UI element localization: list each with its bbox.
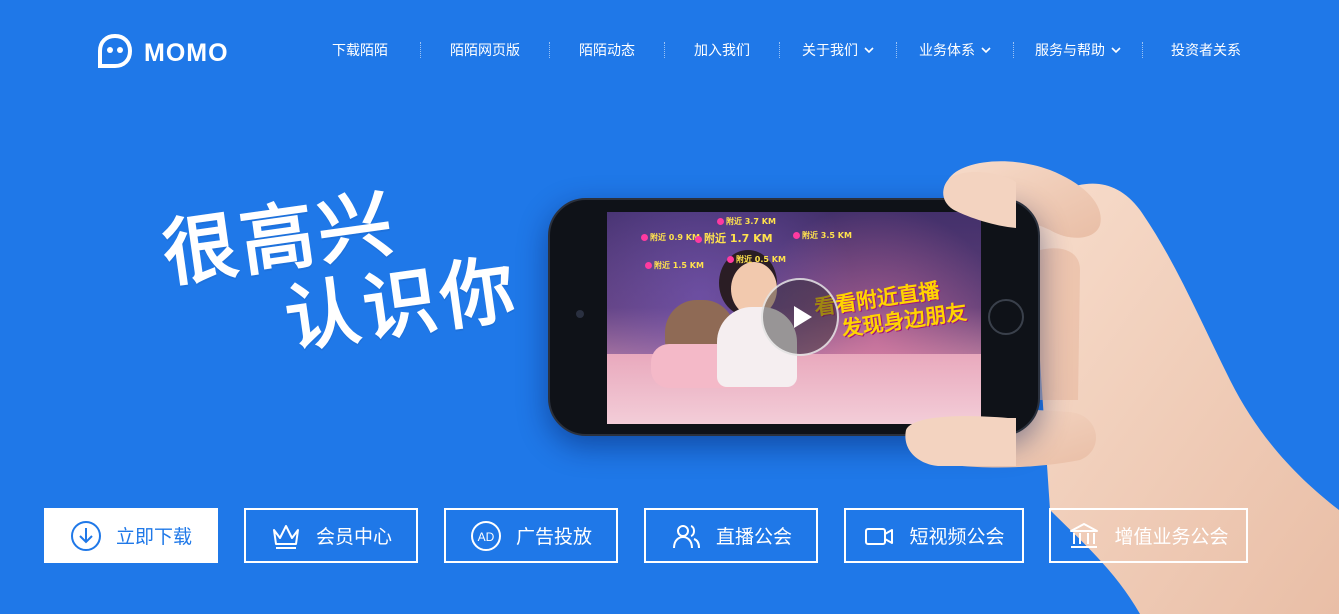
chevron-down-icon [864, 47, 874, 54]
nav-item-web[interactable]: 陌陌网页版 [421, 38, 549, 62]
distance-tag: 附近 0.5 KM [727, 254, 786, 265]
video-camera-icon [863, 520, 895, 552]
download-now-button[interactable]: 立即下载 [44, 508, 218, 563]
member-center-button[interactable]: 会员中心 [244, 508, 418, 563]
chevron-down-icon [981, 47, 991, 54]
svg-text:AD: AD [478, 530, 495, 544]
site-header: MOMO 下载陌陌 陌陌网页版 陌陌动态 加入我们 关于我们 业务体系 服务与帮… [0, 0, 1339, 100]
nav-item-download[interactable]: 下载陌陌 [300, 38, 420, 62]
nav-item-business[interactable]: 业务体系 [897, 38, 1013, 62]
distance-tag: 附近 0.9 KM [641, 232, 700, 243]
nav-label: 关于我们 [802, 43, 858, 59]
chevron-down-icon [1111, 47, 1121, 54]
distance-tag: 附近 3.5 KM [793, 230, 852, 241]
short-video-guild-button[interactable]: 短视频公会 [844, 508, 1024, 563]
nav-item-moments[interactable]: 陌陌动态 [550, 38, 664, 62]
crown-icon [270, 520, 302, 552]
distance-tag: 附近 1.5 KM [645, 260, 704, 271]
download-icon [70, 520, 102, 552]
button-label: 增值业务公会 [1114, 526, 1229, 548]
ad-icon: AD [470, 520, 502, 552]
nav-label: 投资者关系 [1171, 43, 1241, 59]
button-label: 短视频公会 [909, 526, 1005, 548]
users-icon [670, 520, 702, 552]
nav-item-join-us[interactable]: 加入我们 [665, 38, 779, 62]
distance-tag: 附近 3.7 KM [717, 216, 776, 227]
nav-label: 服务与帮助 [1035, 43, 1105, 59]
play-icon [794, 306, 812, 328]
live-guild-button[interactable]: 直播公会 [644, 508, 818, 563]
logo-text: MOMO [144, 38, 229, 67]
bank-icon [1068, 520, 1100, 552]
hand-fingers-overlay [905, 171, 1016, 466]
nav-label: 陌陌动态 [579, 43, 635, 59]
phone-camera [576, 310, 584, 318]
button-label: 立即下载 [115, 526, 192, 548]
momo-logo-icon [97, 33, 133, 73]
value-added-guild-button[interactable]: 增值业务公会 [1049, 508, 1248, 563]
nav-label: 陌陌网页版 [450, 43, 520, 59]
distance-tag: 附近 1.7 KM [695, 230, 773, 246]
button-label: 直播公会 [715, 526, 792, 548]
nav-item-about[interactable]: 关于我们 [780, 38, 896, 62]
hero-slogan: 很高兴 认识你 [158, 167, 524, 378]
advertising-button[interactable]: AD 广告投放 [444, 508, 618, 563]
nav-label: 下载陌陌 [332, 43, 388, 59]
nav-item-help[interactable]: 服务与帮助 [1014, 38, 1142, 62]
button-label: 会员中心 [315, 526, 392, 548]
nav-item-investors[interactable]: 投资者关系 [1143, 38, 1269, 62]
momo-logo[interactable]: MOMO [97, 33, 229, 73]
nav-label: 业务体系 [919, 43, 975, 59]
main-nav: 下载陌陌 陌陌网页版 陌陌动态 加入我们 关于我们 业务体系 服务与帮助 投资者… [300, 38, 1269, 62]
nav-label: 加入我们 [694, 43, 750, 59]
play-button[interactable] [761, 278, 839, 356]
button-label: 广告投放 [515, 526, 592, 548]
